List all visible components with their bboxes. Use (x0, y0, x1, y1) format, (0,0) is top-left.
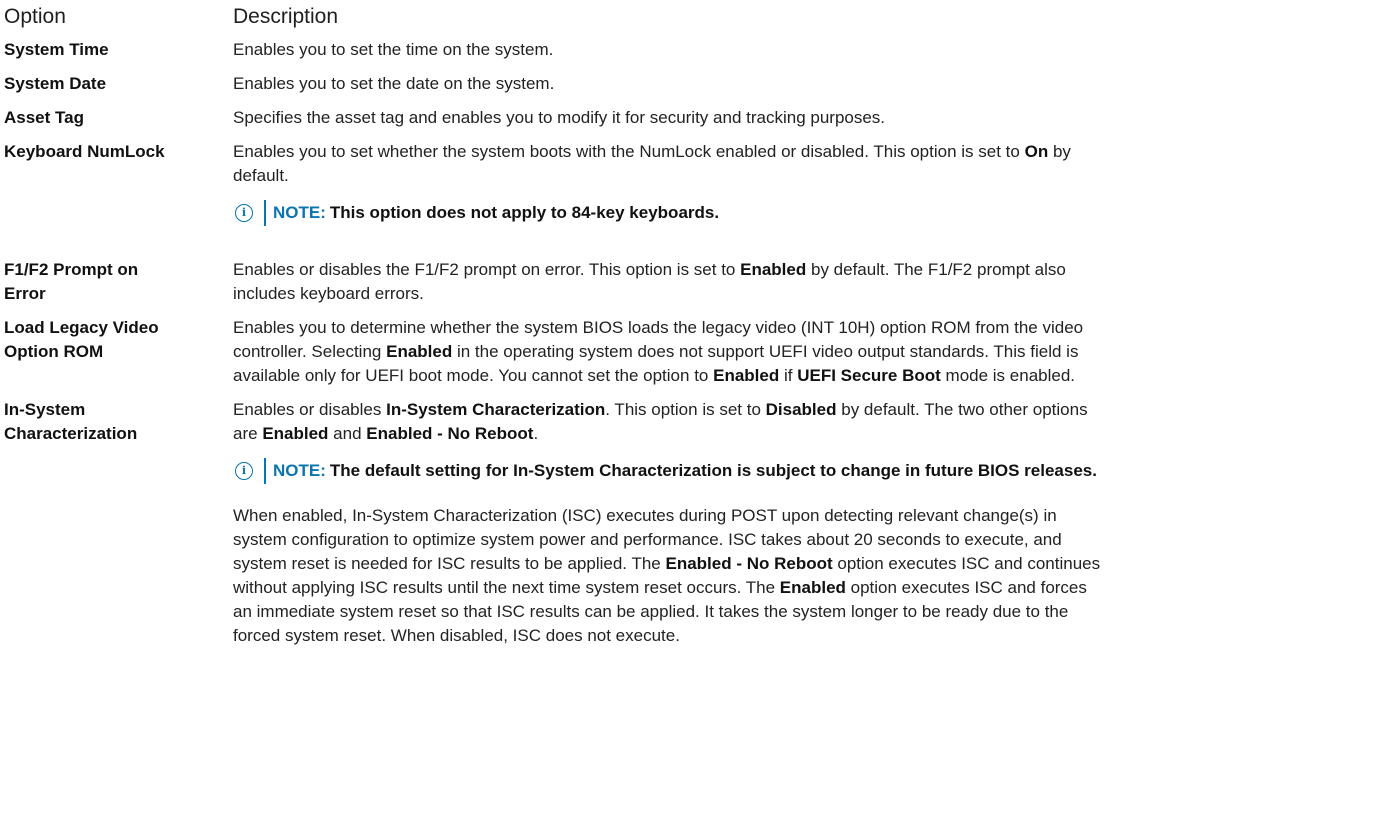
table-row-in-system-characterization: In-System Characterization Enables or di… (4, 398, 1394, 648)
desc-line: Enables you to determine whether the sys… (233, 318, 1084, 337)
para-line: system reset is needed for ISC results t… (233, 554, 1101, 573)
option-description: Enables or disables In-System Characteri… (233, 398, 1394, 648)
para-line: without applying ISC results until the n… (233, 578, 1087, 597)
note-text: This option does not apply to 84-key key… (329, 203, 720, 222)
option-description: Specifies the asset tag and enables you … (233, 108, 886, 127)
para-line: forced system reset. When disabled, ISC … (233, 626, 680, 645)
desc-line: controller. Selecting Enabled in the ope… (233, 342, 1079, 361)
desc-line: Enables or disables the F1/F2 prompt on … (233, 260, 1066, 279)
desc-line: Enables or disables In-System Characteri… (233, 400, 1088, 419)
desc-line: Enables you to set whether the system bo… (233, 142, 1071, 161)
para-line: system configuration to optimize system … (233, 530, 1062, 549)
option-name: System Time (4, 40, 109, 59)
header-description: Description (233, 5, 339, 28)
desc-line: default. (233, 166, 289, 185)
bios-options-table: Option Description System Time Enables y… (4, 0, 1394, 648)
option-description: Enables or disables the F1/F2 prompt on … (233, 258, 1394, 306)
note-divider (264, 458, 266, 484)
desc-line: available only for UEFI boot mode. You c… (233, 366, 1076, 385)
option-description: Enables you to set whether the system bo… (233, 140, 1394, 226)
option-description: Enables you to set the date on the syste… (233, 74, 555, 93)
option-name: F1/F2 Prompt on Error (4, 260, 139, 303)
option-name: System Date (4, 74, 107, 93)
header-option: Option (4, 5, 66, 28)
table-row-f1f2-prompt: F1/F2 Prompt on Error Enables or disable… (4, 258, 1394, 306)
note-label: NOTE: (273, 203, 326, 222)
note-divider (264, 200, 266, 226)
option-name: Asset Tag (4, 108, 84, 127)
para-line: When enabled, In-System Characterization… (233, 506, 1057, 525)
option-description: Enables you to set the time on the syste… (233, 40, 554, 59)
option-name: Load Legacy Video Option ROM (4, 318, 159, 361)
table-row-legacy-video: Load Legacy Video Option ROM Enables you… (4, 316, 1394, 388)
option-name: In-System Characterization (4, 400, 138, 443)
note-box: i NOTE: This option does not apply to 84… (233, 200, 1394, 226)
table-row-system-time: System Time Enables you to set the time … (4, 38, 1394, 62)
table-row-asset-tag: Asset Tag Specifies the asset tag and en… (4, 106, 1394, 130)
value-on: On (1024, 142, 1049, 161)
option-description: Enables you to determine whether the sys… (233, 316, 1394, 388)
table-header: Option Description (4, 0, 1394, 34)
desc-line: are Enabled and Enabled - No Reboot. (233, 424, 539, 443)
note-text: The default setting for In-System Charac… (329, 461, 1097, 480)
info-icon: i (235, 462, 253, 480)
info-icon: i (235, 204, 253, 222)
isc-paragraph: When enabled, In-System Characterization… (233, 504, 1394, 648)
note-label: NOTE: (273, 461, 326, 480)
para-line: an immediate system reset so that ISC re… (233, 602, 1069, 621)
table-row-keyboard-numlock: Keyboard NumLock Enables you to set whet… (4, 140, 1394, 226)
table-row-system-date: System Date Enables you to set the date … (4, 72, 1394, 96)
option-name: Keyboard NumLock (4, 142, 165, 161)
note-box: i NOTE: The default setting for In-Syste… (233, 458, 1394, 484)
desc-line: includes keyboard errors. (233, 284, 424, 303)
